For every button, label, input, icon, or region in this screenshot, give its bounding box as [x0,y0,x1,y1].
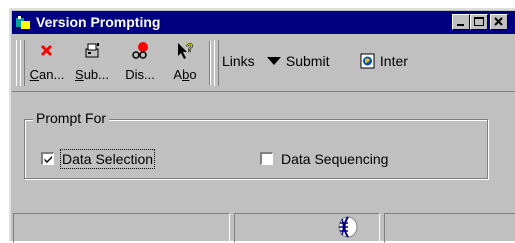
data-selection-label[interactable]: Data Selection [59,149,156,169]
internet-link-label: Inter [379,53,408,69]
submit-button[interactable]: Sub... [70,37,114,89]
prompt-for-group [24,119,488,179]
triangle-down-icon [267,57,281,65]
status-pane-3 [384,213,515,243]
toolbar-separator [209,41,211,85]
submit-link-label: Submit [285,53,330,69]
links-grip[interactable] [214,40,219,86]
check-icon [44,156,52,163]
data-selection-option[interactable]: Data Selection [41,149,221,170]
submit-mnemonic: S [75,67,84,82]
title-bar[interactable]: Version Prompting [12,11,515,34]
submit-icon [85,43,99,58]
cancel-button[interactable]: Can... [26,37,68,89]
toolbar: Can... Sub... Dis... ? Abo Links Submit … [12,35,515,92]
display-icon [132,42,148,59]
about-label-rest: o [189,67,197,82]
cancel-mnemonic: C [29,67,40,82]
main-window: Version Prompting Can... Sub... Dis... ?… [9,8,515,243]
status-pane-1 [13,213,230,243]
cancel-icon [40,44,53,57]
svg-text:?: ? [186,41,193,55]
window-title: Version Prompting [36,14,161,30]
about-icon: ? [178,41,194,59]
cancel-label: an... [39,67,65,82]
display-label: Dis... [125,67,155,82]
close-icon [494,17,503,26]
toolbar-grip-2[interactable] [20,40,25,86]
internet-icon [360,53,375,69]
minimize-icon [457,24,464,26]
status-pane-2 [234,213,380,243]
data-sequencing-option[interactable]: Data Sequencing [260,150,460,170]
about-button[interactable]: ? Abo [166,37,204,89]
about-label-a: A [173,67,183,82]
submit-label: ub... [83,67,109,82]
data-sequencing-label[interactable]: Data Sequencing [280,150,389,168]
prompt-for-label: Prompt For [33,110,110,126]
data-sequencing-checkbox[interactable] [260,152,273,165]
status-bar [12,211,515,243]
data-selection-checkbox[interactable] [41,152,54,165]
globe-icon [338,216,358,238]
app-icon[interactable] [15,14,31,30]
display-button[interactable]: Dis... [118,37,162,89]
minimize-button[interactable] [452,14,470,30]
maximize-button[interactable] [470,14,488,30]
maximize-icon [474,17,484,26]
internet-link[interactable]: Inter [360,53,408,69]
submit-link[interactable]: Submit [266,53,329,69]
close-button[interactable] [490,14,508,30]
links-button[interactable]: Links [222,53,255,69]
